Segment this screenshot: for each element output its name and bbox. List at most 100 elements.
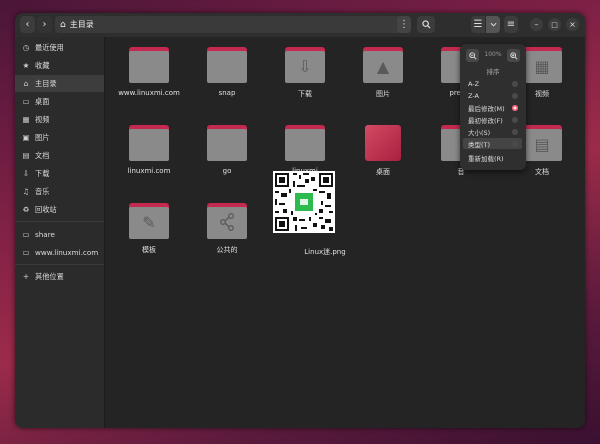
view-dropdown-button[interactable] xyxy=(486,16,500,33)
search-icon xyxy=(421,20,431,29)
sort-option-last-modified[interactable]: 最后修改(M) xyxy=(463,102,522,113)
close-button[interactable]: × xyxy=(566,18,579,31)
folder-icon xyxy=(129,125,169,161)
zoom-in-button[interactable] xyxy=(507,49,520,62)
sidebar-item-label: 收藏 xyxy=(35,60,50,70)
file-name: 模板 xyxy=(142,246,156,254)
file-item[interactable]: ✎ 模板 xyxy=(111,203,187,255)
search-button[interactable] xyxy=(417,16,435,33)
file-name: www.linuxmi.com xyxy=(118,89,180,97)
sort-option-z-a[interactable]: Z-A xyxy=(463,90,522,101)
file-item[interactable]: ▲ 图片 xyxy=(345,47,421,99)
plus-icon: + xyxy=(22,272,30,281)
sort-option-label: Z-A xyxy=(468,91,479,100)
sort-option-label: 类型(T) xyxy=(468,140,491,149)
folder-icon: ✎ xyxy=(129,203,169,239)
sidebar-item-label: share xyxy=(35,230,55,239)
sort-option-type[interactable]: 类型(T) xyxy=(463,138,522,149)
reload-button[interactable]: 重新加载(R) xyxy=(463,152,522,163)
folder-icon: ▲ xyxy=(363,47,403,83)
share-icon xyxy=(220,213,234,231)
chevron-down-icon xyxy=(490,22,496,27)
folder-icon: ▭ xyxy=(22,248,30,257)
path-bar[interactable]: ⌂ 主目录 xyxy=(55,16,411,33)
sort-option-a-z[interactable]: A-Z xyxy=(463,78,522,89)
maximize-button[interactable]: □ xyxy=(548,18,561,31)
forward-button[interactable]: › xyxy=(37,16,52,33)
main-menu-button[interactable]: ≡ xyxy=(504,16,518,33)
sort-option-label: 最初修改(F) xyxy=(468,116,503,125)
chevron-right-icon: › xyxy=(42,19,47,30)
file-item[interactable]: linuxmi xyxy=(267,125,343,175)
sidebar-item-downloads[interactable]: ⇩ 下载 xyxy=(15,165,104,182)
file-item[interactable]: Linux迷.png xyxy=(285,247,365,257)
file-name: 下载 xyxy=(298,90,312,98)
sidebar: ◷ 最近使用 ★ 收藏 ⌂ 主目录 ▭ 桌面 ▦ 视频 ▣ 图片 ▤ 文档 ⇩ 下载 ♫ 音乐 ♻… xyxy=(15,37,105,428)
reload-label: 重新加载(R) xyxy=(468,154,504,163)
sidebar-item-pictures[interactable]: ▣ 图片 xyxy=(15,129,104,146)
radio-icon xyxy=(512,128,518,135)
back-button[interactable]: ‹ xyxy=(20,16,35,33)
file-name: Linux迷.png xyxy=(304,248,346,256)
download-icon: ⇩ xyxy=(298,57,312,76)
sidebar-item-label: 音乐 xyxy=(35,186,50,196)
sort-option-label: A-Z xyxy=(468,79,480,88)
sidebar-item-linuxmi[interactable]: ▭ www.linuxmi.com xyxy=(15,244,104,261)
folder-icon: ▤ xyxy=(522,125,562,161)
music-icon: ♫ xyxy=(22,187,30,196)
view-toggle-button[interactable]: ☰ xyxy=(471,16,485,33)
sidebar-item-videos[interactable]: ▦ 视频 xyxy=(15,111,104,128)
folder-icon xyxy=(207,125,247,161)
file-name: 公共的 xyxy=(216,246,238,254)
file-manager-window: ‹ › ⌂ 主目录 ⋮ ☰ ≡ – □ × ◷ 最近使用 ★ 收藏 ⌂ 主目录 ▭ 桌面… xyxy=(15,13,585,428)
trash-icon: ♻ xyxy=(22,205,30,214)
clock-icon: ◷ xyxy=(22,43,30,52)
sidebar-item-home[interactable]: ⌂ 主目录 xyxy=(15,75,104,92)
file-name: 文档 xyxy=(535,168,549,176)
zoom-out-button[interactable] xyxy=(466,49,479,62)
download-icon: ⇩ xyxy=(22,169,30,178)
file-item[interactable]: go xyxy=(189,125,265,175)
folder-icon: ⇩ xyxy=(285,47,325,83)
minimize-icon: – xyxy=(534,20,539,29)
sidebar-item-label: 其他位置 xyxy=(35,271,64,281)
sidebar-item-label: 图片 xyxy=(35,132,50,142)
file-name: linuxmi.com xyxy=(127,167,171,175)
sort-option-first-modified[interactable]: 最初修改(F) xyxy=(463,114,522,125)
sidebar-item-label: 主目录 xyxy=(35,78,57,88)
file-item[interactable]: 公共的 xyxy=(189,203,265,255)
sort-option-size[interactable]: 大小(S) xyxy=(463,126,522,137)
sidebar-item-label: 视频 xyxy=(35,114,50,124)
sidebar-item-desktop[interactable]: ▭ 桌面 xyxy=(15,93,104,110)
radio-icon xyxy=(512,92,518,99)
qr-image xyxy=(273,171,335,233)
radio-checked-icon xyxy=(512,104,518,111)
sidebar-item-other-locations[interactable]: + 其他位置 xyxy=(15,268,104,285)
file-item[interactable]: snap xyxy=(189,47,265,97)
sidebar-item-documents[interactable]: ▤ 文档 xyxy=(15,147,104,164)
path-menu-button[interactable]: ⋮ xyxy=(397,16,411,33)
qr-image-thumbnail[interactable] xyxy=(273,171,335,233)
document-icon: ▤ xyxy=(534,135,550,154)
file-item[interactable]: www.linuxmi.com xyxy=(111,47,187,97)
file-name: go xyxy=(222,167,232,175)
file-item[interactable]: ⇩ 下载 xyxy=(267,47,343,99)
sidebar-item-starred[interactable]: ★ 收藏 xyxy=(15,57,104,74)
sidebar-item-label: 回收站 xyxy=(35,204,57,214)
folder-icon xyxy=(129,47,169,83)
radio-icon xyxy=(512,140,518,147)
file-item[interactable]: 桌面 xyxy=(345,125,421,177)
folder-icon: ▦ xyxy=(522,47,562,83)
sidebar-item-music[interactable]: ♫ 音乐 xyxy=(15,183,104,200)
video-icon: ▦ xyxy=(534,57,550,76)
folder-icon xyxy=(207,47,247,83)
kebab-icon: ⋮ xyxy=(399,19,409,30)
template-icon: ✎ xyxy=(142,213,156,232)
sidebar-item-recent[interactable]: ◷ 最近使用 xyxy=(15,39,104,56)
sidebar-item-share[interactable]: ▭ share xyxy=(15,226,104,243)
file-name: 图片 xyxy=(376,90,390,98)
sidebar-item-trash[interactable]: ♻ 回收站 xyxy=(15,201,104,218)
minimize-button[interactable]: – xyxy=(530,18,543,31)
sidebar-divider xyxy=(15,221,104,222)
file-item[interactable]: linuxmi.com xyxy=(111,125,187,175)
